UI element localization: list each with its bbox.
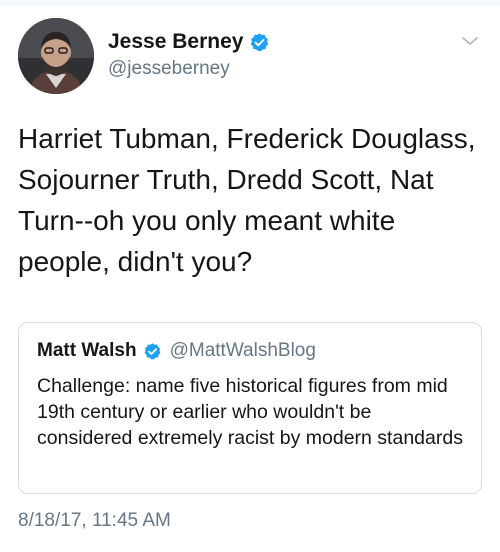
quoted-tweet-card[interactable]: Matt Walsh @MattWalshBlog Challenge: nam… xyxy=(18,322,482,494)
quoted-author-handle: @MattWalshBlog xyxy=(169,340,316,361)
verified-badge-icon xyxy=(249,32,270,53)
quoted-tweet-text: Challenge: name five historical figures … xyxy=(37,375,463,449)
author-name-block: Jesse Berney @jesseberney xyxy=(108,29,270,80)
author-display-name[interactable]: Jesse Berney xyxy=(108,30,243,54)
author-handle[interactable]: @jesseberney xyxy=(108,58,270,80)
verified-badge-icon xyxy=(143,342,162,361)
tweet-text: Harriet Tubman, Frederick Douglass, Sojo… xyxy=(18,123,476,277)
top-divider xyxy=(0,0,500,6)
author-name-row: Jesse Berney xyxy=(108,29,270,55)
quoted-author-display-name: Matt Walsh xyxy=(37,340,137,361)
quoted-tweet-header: Matt Walsh @MattWalshBlog xyxy=(37,339,463,363)
chevron-down-icon[interactable] xyxy=(460,34,480,48)
avatar-photo xyxy=(18,18,94,94)
tweet-timestamp[interactable]: 8/18/17, 11:45 AM xyxy=(18,510,171,532)
tweet-header: Jesse Berney @jesseberney xyxy=(18,18,488,98)
author-avatar[interactable] xyxy=(18,18,94,94)
